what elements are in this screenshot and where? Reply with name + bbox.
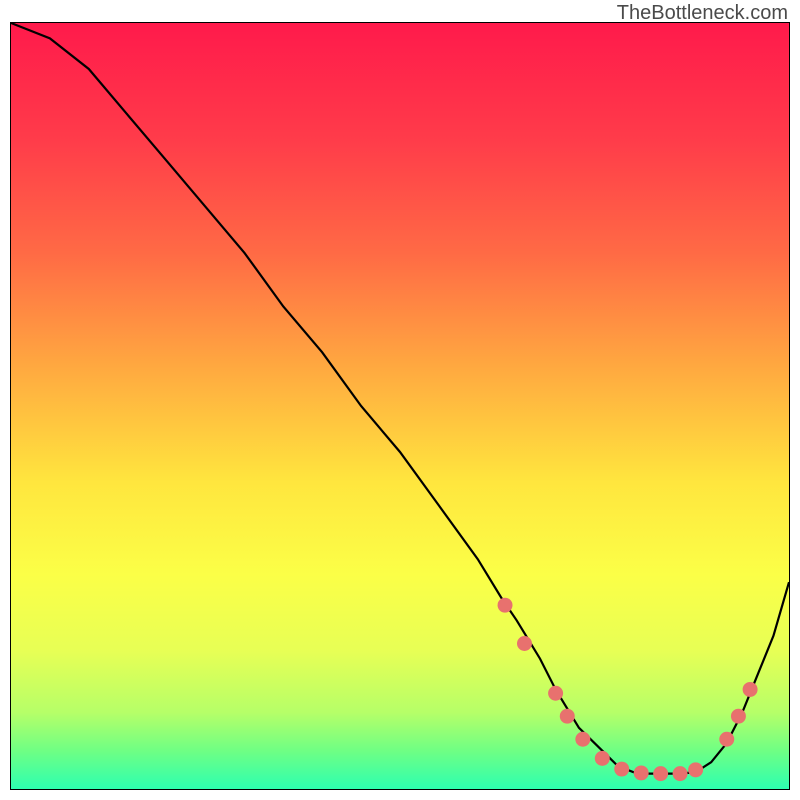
chart-container: TheBottleneck.com bbox=[0, 0, 800, 800]
chart-svg bbox=[11, 23, 789, 789]
data-marker bbox=[575, 732, 590, 747]
data-marker bbox=[614, 762, 629, 777]
data-marker bbox=[634, 765, 649, 780]
data-marker bbox=[498, 598, 513, 613]
plot-area bbox=[10, 22, 790, 790]
data-marker bbox=[595, 751, 610, 766]
data-marker bbox=[653, 766, 668, 781]
data-marker bbox=[731, 709, 746, 724]
bottleneck-curve bbox=[11, 23, 789, 774]
data-marker bbox=[673, 766, 688, 781]
data-marker bbox=[743, 682, 758, 697]
data-marker bbox=[517, 636, 532, 651]
data-marker bbox=[548, 686, 563, 701]
data-marker bbox=[560, 709, 575, 724]
data-marker bbox=[688, 762, 703, 777]
data-marker bbox=[719, 732, 734, 747]
